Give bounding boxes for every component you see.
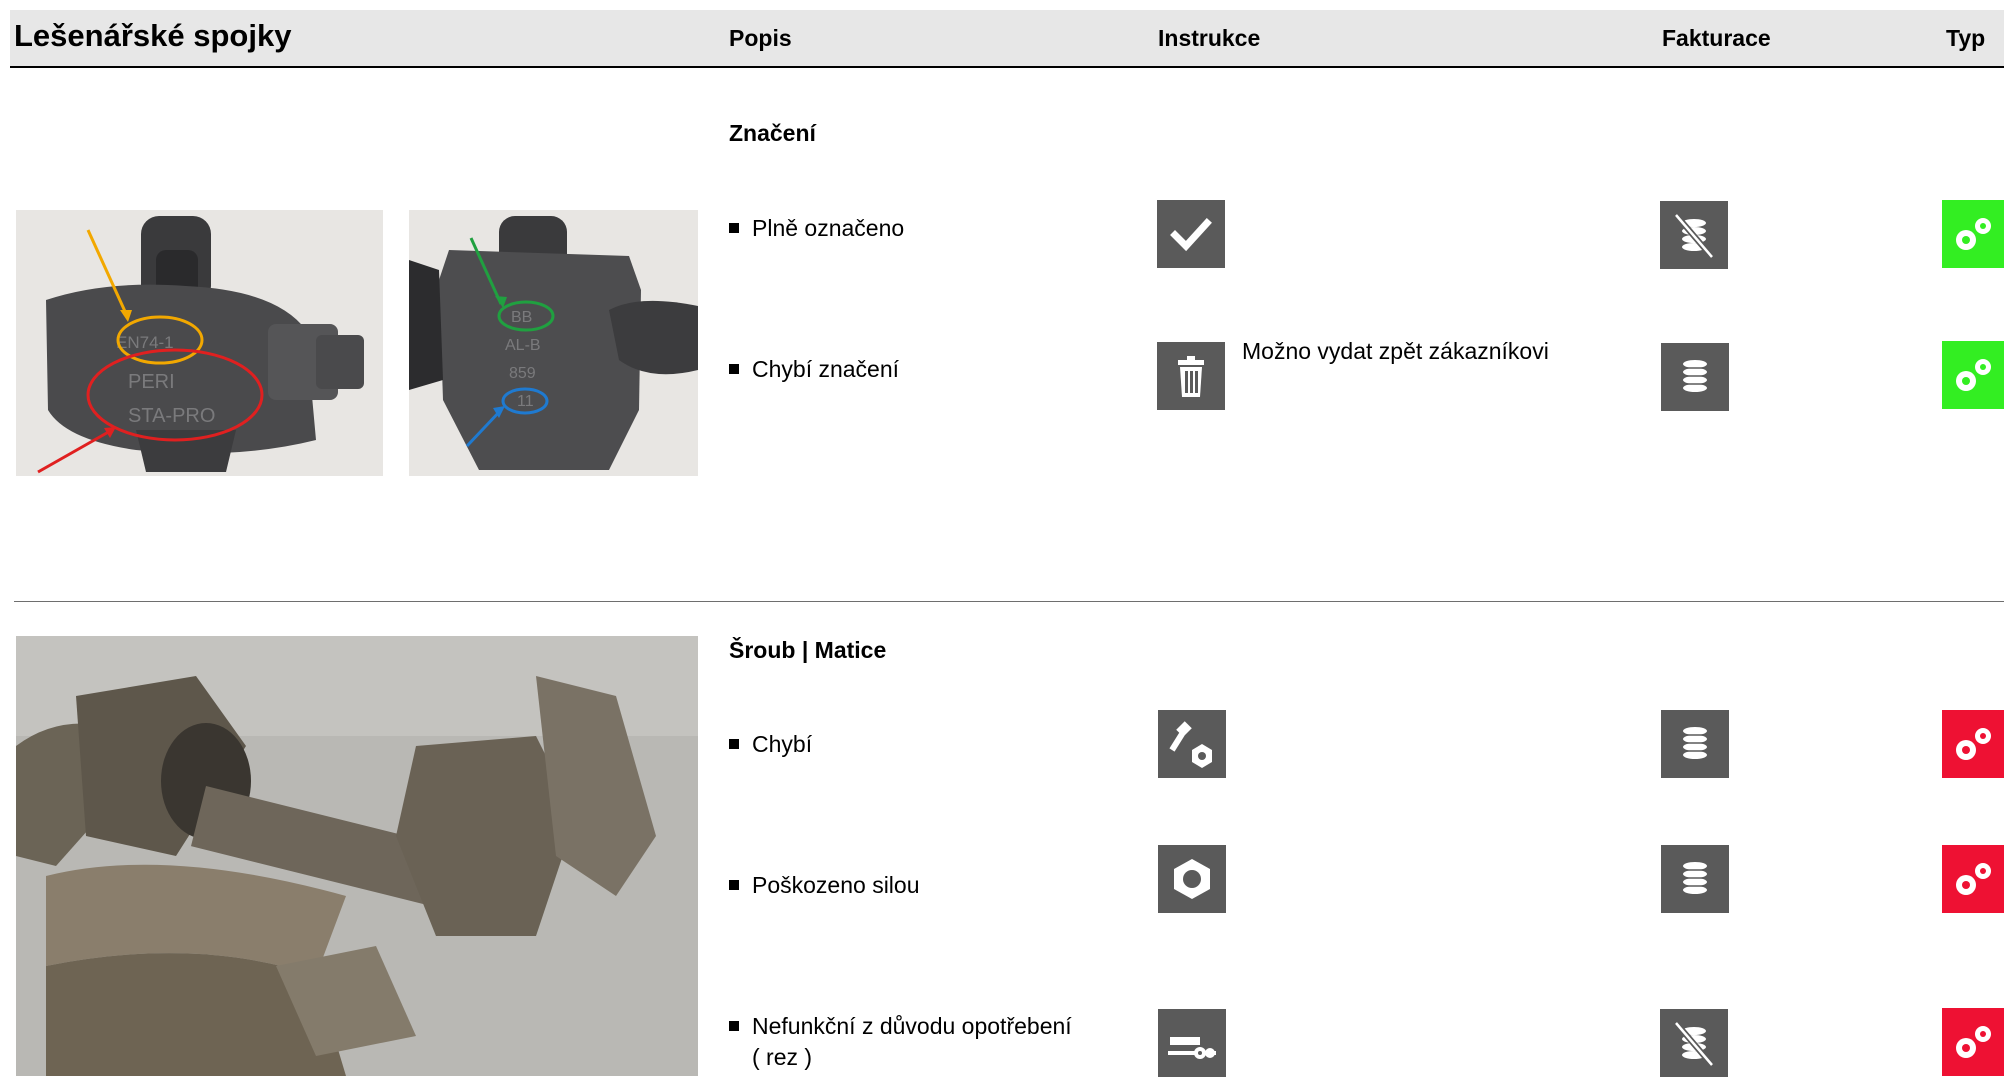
instruction-note: Možno vydat zpět zákazníkovi — [1242, 338, 1549, 364]
header-divider — [10, 66, 2004, 68]
billing-icon — [1661, 343, 1729, 411]
bolt-nut-icon — [1158, 710, 1226, 778]
svg-text:AL-B: AL-B — [505, 337, 541, 354]
svg-text:PERI: PERI — [128, 371, 175, 393]
bullet — [729, 739, 739, 749]
trash-icon — [1157, 342, 1225, 410]
section-title-bolt-nut: Šroub | Matice — [729, 637, 887, 663]
list-item-missing: Chybí — [729, 729, 812, 760]
list-item-missing-marking: Chybí značení — [729, 354, 899, 385]
type-gears-icon-red — [1942, 845, 2004, 913]
list-item-damaged-by-force: Poškozeno silou — [729, 870, 920, 901]
photo-label-peri: PERI — [128, 371, 175, 393]
column-header-fakturace: Fakturace — [1662, 25, 1771, 51]
coupler-marking-photo-right: BB AL-B 859 11 — [409, 210, 698, 476]
column-header-typ: Typ — [1946, 25, 1986, 51]
svg-text:BB: BB — [511, 309, 532, 326]
photo-label-sta-pro: STA-PRO — [128, 405, 215, 427]
section-title-marking: Značení — [729, 120, 816, 146]
list-item-fully-marked: Plně označeno — [729, 213, 904, 244]
no-billing-icon — [1660, 201, 1728, 269]
list-item-worn-rust: Nefunkční z důvodu opotřebení( rez ) — [729, 1011, 1072, 1073]
photo-label-859: 859 — [509, 365, 536, 382]
photo-label-al-b: AL-B — [505, 337, 541, 354]
column-header-popis: Popis — [729, 25, 792, 51]
bullet — [729, 1021, 739, 1031]
column-header-instrukce: Instrukce — [1158, 25, 1261, 51]
bullet — [729, 223, 739, 233]
page-title: Lešenářské spojky — [14, 18, 292, 53]
billing-icon — [1661, 710, 1729, 778]
nut-icon — [1158, 845, 1226, 913]
type-gears-icon-red — [1942, 1008, 2004, 1076]
billing-icon — [1661, 845, 1729, 913]
svg-text:11: 11 — [517, 393, 534, 410]
svg-text:STA-PRO: STA-PRO — [128, 405, 215, 427]
section-divider — [14, 601, 2004, 602]
svg-text:859: 859 — [509, 365, 536, 382]
type-gears-icon-green — [1942, 200, 2004, 268]
bullet — [729, 880, 739, 890]
type-gears-icon-green — [1942, 341, 2004, 409]
type-gears-icon-red — [1942, 710, 2004, 778]
no-billing-icon — [1660, 1009, 1728, 1077]
checkmark-icon — [1157, 200, 1225, 268]
photo-label-11: 11 — [517, 393, 534, 410]
photo-label-bb: BB — [511, 309, 532, 326]
bullet — [729, 364, 739, 374]
bolt-nut-photo — [16, 636, 698, 1076]
coupler-marking-photo-left: EN74-1 PERI STA-PRO — [16, 210, 383, 476]
rust-wear-icon — [1158, 1009, 1226, 1077]
